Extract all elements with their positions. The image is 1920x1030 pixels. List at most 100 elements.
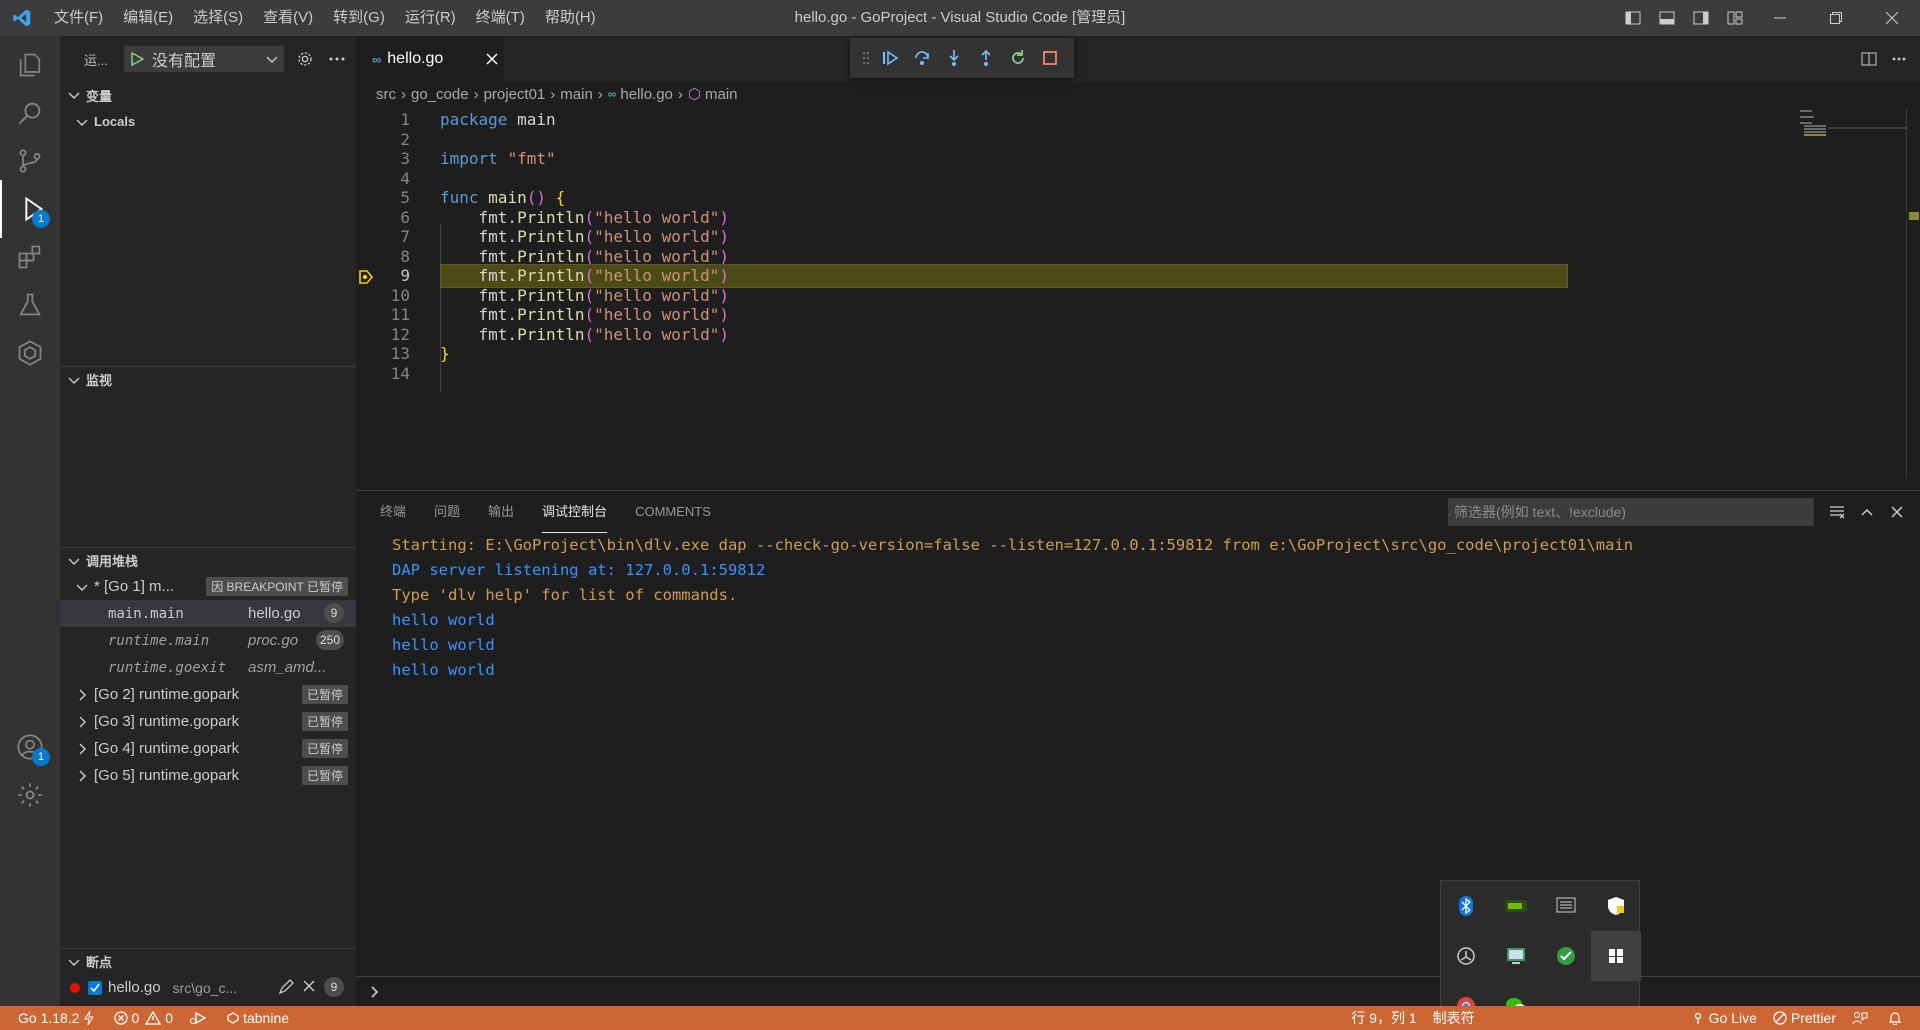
editor-more-actions-icon[interactable] — [1884, 44, 1914, 74]
callstack-section: 调用堆栈 * [Go 1] m... 因 BREAKPOINT 已暂停 main… — [60, 547, 356, 789]
open-launch-json-gear-icon[interactable] — [294, 48, 316, 70]
thread-row[interactable]: [Go 5] runtime.gopark 已暂停 — [60, 762, 356, 789]
bell-icon — [1888, 1012, 1902, 1025]
security-shield-icon[interactable] — [1591, 881, 1641, 931]
app-grid-icon[interactable] — [1591, 931, 1641, 981]
cursor-position-item[interactable]: 行 9，列 1 — [1343, 1006, 1424, 1030]
go-live-item[interactable]: Go Live — [1683, 1006, 1765, 1030]
breakpoints-section-header[interactable]: 断点 — [60, 948, 356, 974]
symbol-package-icon: ⬡ — [687, 86, 702, 103]
activity-bar: 1 1 — [0, 36, 60, 1006]
menu-edit[interactable]: 编辑(E) — [113, 0, 183, 36]
breadcrumb-item[interactable]: project01 — [484, 86, 546, 103]
restore-icon[interactable] — [1808, 0, 1864, 36]
stack-frame-row[interactable]: runtime.main proc.go 250 — [60, 627, 356, 654]
tabnine-item[interactable]: tabnine — [219, 1006, 297, 1030]
breadcrumb-item[interactable]: main — [705, 86, 738, 103]
display-icon[interactable] — [1541, 881, 1591, 931]
menu-terminal[interactable]: 终端(T) — [466, 0, 535, 36]
thread-label: [Go 3] runtime.gopark — [94, 713, 240, 730]
start-debug-icon — [131, 52, 144, 66]
tab-problems[interactable]: 问题 — [434, 491, 460, 533]
code-editor[interactable]: 1 package main 2 3 import "fmt" 4 5 func main()… — [356, 106, 1920, 476]
tab-output[interactable]: 输出 — [488, 491, 514, 533]
tab-comments[interactable]: COMMENTS — [635, 491, 711, 533]
toggle-sidebar-icon[interactable] — [1620, 0, 1646, 36]
thread-label: [Go 2] runtime.gopark — [94, 686, 240, 703]
watch-section-header[interactable]: 监视 — [60, 366, 356, 392]
minimap[interactable] — [1788, 108, 1908, 468]
tab-debug-console[interactable]: 调试控制台 — [542, 491, 608, 533]
breadcrumb-item[interactable]: main — [560, 86, 593, 103]
problems-item[interactable]: 0 0 — [106, 1006, 182, 1030]
launch-config-dropdown[interactable]: 没有配置 — [124, 46, 284, 72]
menu-selection[interactable]: 选择(S) — [183, 0, 253, 36]
breadcrumb-item[interactable]: hello.go — [620, 86, 673, 103]
frame-function: runtime.goexit — [108, 659, 227, 676]
chevron-down-icon — [74, 114, 90, 130]
indentation-item[interactable]: 制表符 — [1425, 1006, 1683, 1030]
breadcrumb-item[interactable]: src — [376, 86, 396, 103]
app-tray-icon[interactable] — [1441, 931, 1491, 981]
editor-scrollbar[interactable] — [1906, 108, 1920, 478]
split-editor-icon[interactable] — [1854, 44, 1884, 74]
callstack-section-header[interactable]: 调用堆栈 — [60, 547, 356, 573]
stack-frame-row[interactable]: runtime.goexit asm_amd... — [60, 654, 356, 681]
stack-frame-row[interactable]: main.main hello.go 9 — [60, 600, 356, 627]
customize-layout-icon[interactable] — [1722, 0, 1748, 36]
console-filter-input[interactable]: 筛选器(例如 text、!exclude) — [1448, 498, 1814, 526]
breakpoint-checkbox[interactable] — [88, 980, 102, 995]
stop-icon[interactable] — [1034, 42, 1066, 74]
thread-row[interactable]: [Go 2] runtime.gopark 已暂停 — [60, 681, 356, 708]
toggle-secondary-sidebar-icon[interactable] — [1688, 0, 1714, 36]
minimize-icon[interactable] — [1752, 0, 1808, 36]
close-window-icon[interactable] — [1864, 0, 1920, 36]
thread-label: [Go 5] runtime.gopark — [94, 767, 240, 784]
menu-run[interactable]: 运行(R) — [395, 0, 466, 36]
network-share-icon[interactable] — [1491, 931, 1541, 981]
check-status-icon[interactable] — [1541, 931, 1591, 981]
feedback-item[interactable] — [1844, 1006, 1880, 1030]
thread-row[interactable]: [Go 4] runtime.gopark 已暂停 — [60, 735, 356, 762]
settings-gear-icon[interactable] — [0, 766, 60, 824]
warning-icon — [145, 1011, 162, 1025]
toggle-panel-icon[interactable] — [1654, 0, 1680, 36]
line-number[interactable]: 14 — [356, 362, 410, 386]
step-out-icon[interactable] — [970, 42, 1002, 74]
prettier-item[interactable]: Prettier — [1765, 1006, 1844, 1030]
tab-terminal[interactable]: 终端 — [380, 491, 406, 533]
go-version-item[interactable]: Go 1.18.2 — [0, 1006, 106, 1030]
edit-breakpoint-icon[interactable] — [278, 979, 294, 999]
breakpoint-row[interactable]: hello.go src\go_c... 9 — [60, 974, 356, 1001]
remote-explorer-icon[interactable] — [0, 324, 60, 382]
drag-handle-icon[interactable] — [858, 42, 874, 74]
notifications-item[interactable] — [1880, 1006, 1920, 1030]
locals-scope[interactable]: Locals — [60, 108, 356, 135]
debug-launch-item[interactable] — [181, 1006, 219, 1030]
menu-go[interactable]: 转到(G) — [323, 0, 395, 36]
close-tab-icon[interactable] — [480, 47, 504, 71]
remove-breakpoint-icon[interactable] — [302, 979, 316, 997]
nvidia-icon[interactable] — [1491, 881, 1541, 931]
variables-section-header[interactable]: 变量 — [60, 82, 356, 108]
debug-console-input[interactable] — [356, 976, 1920, 1006]
close-panel-icon[interactable] — [1882, 497, 1912, 527]
clear-console-icon[interactable] — [1822, 497, 1852, 527]
menu-file[interactable]: 文件(F) — [44, 0, 113, 36]
breadcrumb-item[interactable]: go_code — [411, 86, 469, 103]
thread-row[interactable]: [Go 3] runtime.gopark 已暂停 — [60, 708, 356, 735]
more-actions-icon[interactable] — [326, 48, 348, 70]
menu-help[interactable]: 帮助(H) — [535, 0, 606, 36]
maximize-panel-icon[interactable] — [1852, 497, 1882, 527]
chevron-right-icon: › — [401, 85, 406, 103]
chevron-down-icon — [266, 56, 278, 63]
tab-hello-go[interactable]: ∞ hello.go — [356, 36, 504, 82]
bluetooth-icon[interactable] — [1441, 881, 1491, 931]
menu-view[interactable]: 查看(V) — [253, 0, 323, 36]
continue-icon[interactable] — [874, 42, 906, 74]
step-into-icon[interactable] — [938, 42, 970, 74]
thread-row[interactable]: * [Go 1] m... 因 BREAKPOINT 已暂停 — [60, 573, 356, 600]
step-over-icon[interactable] — [906, 42, 938, 74]
restart-icon[interactable] — [1002, 42, 1034, 74]
code-line[interactable]: 14 — [356, 362, 1896, 386]
